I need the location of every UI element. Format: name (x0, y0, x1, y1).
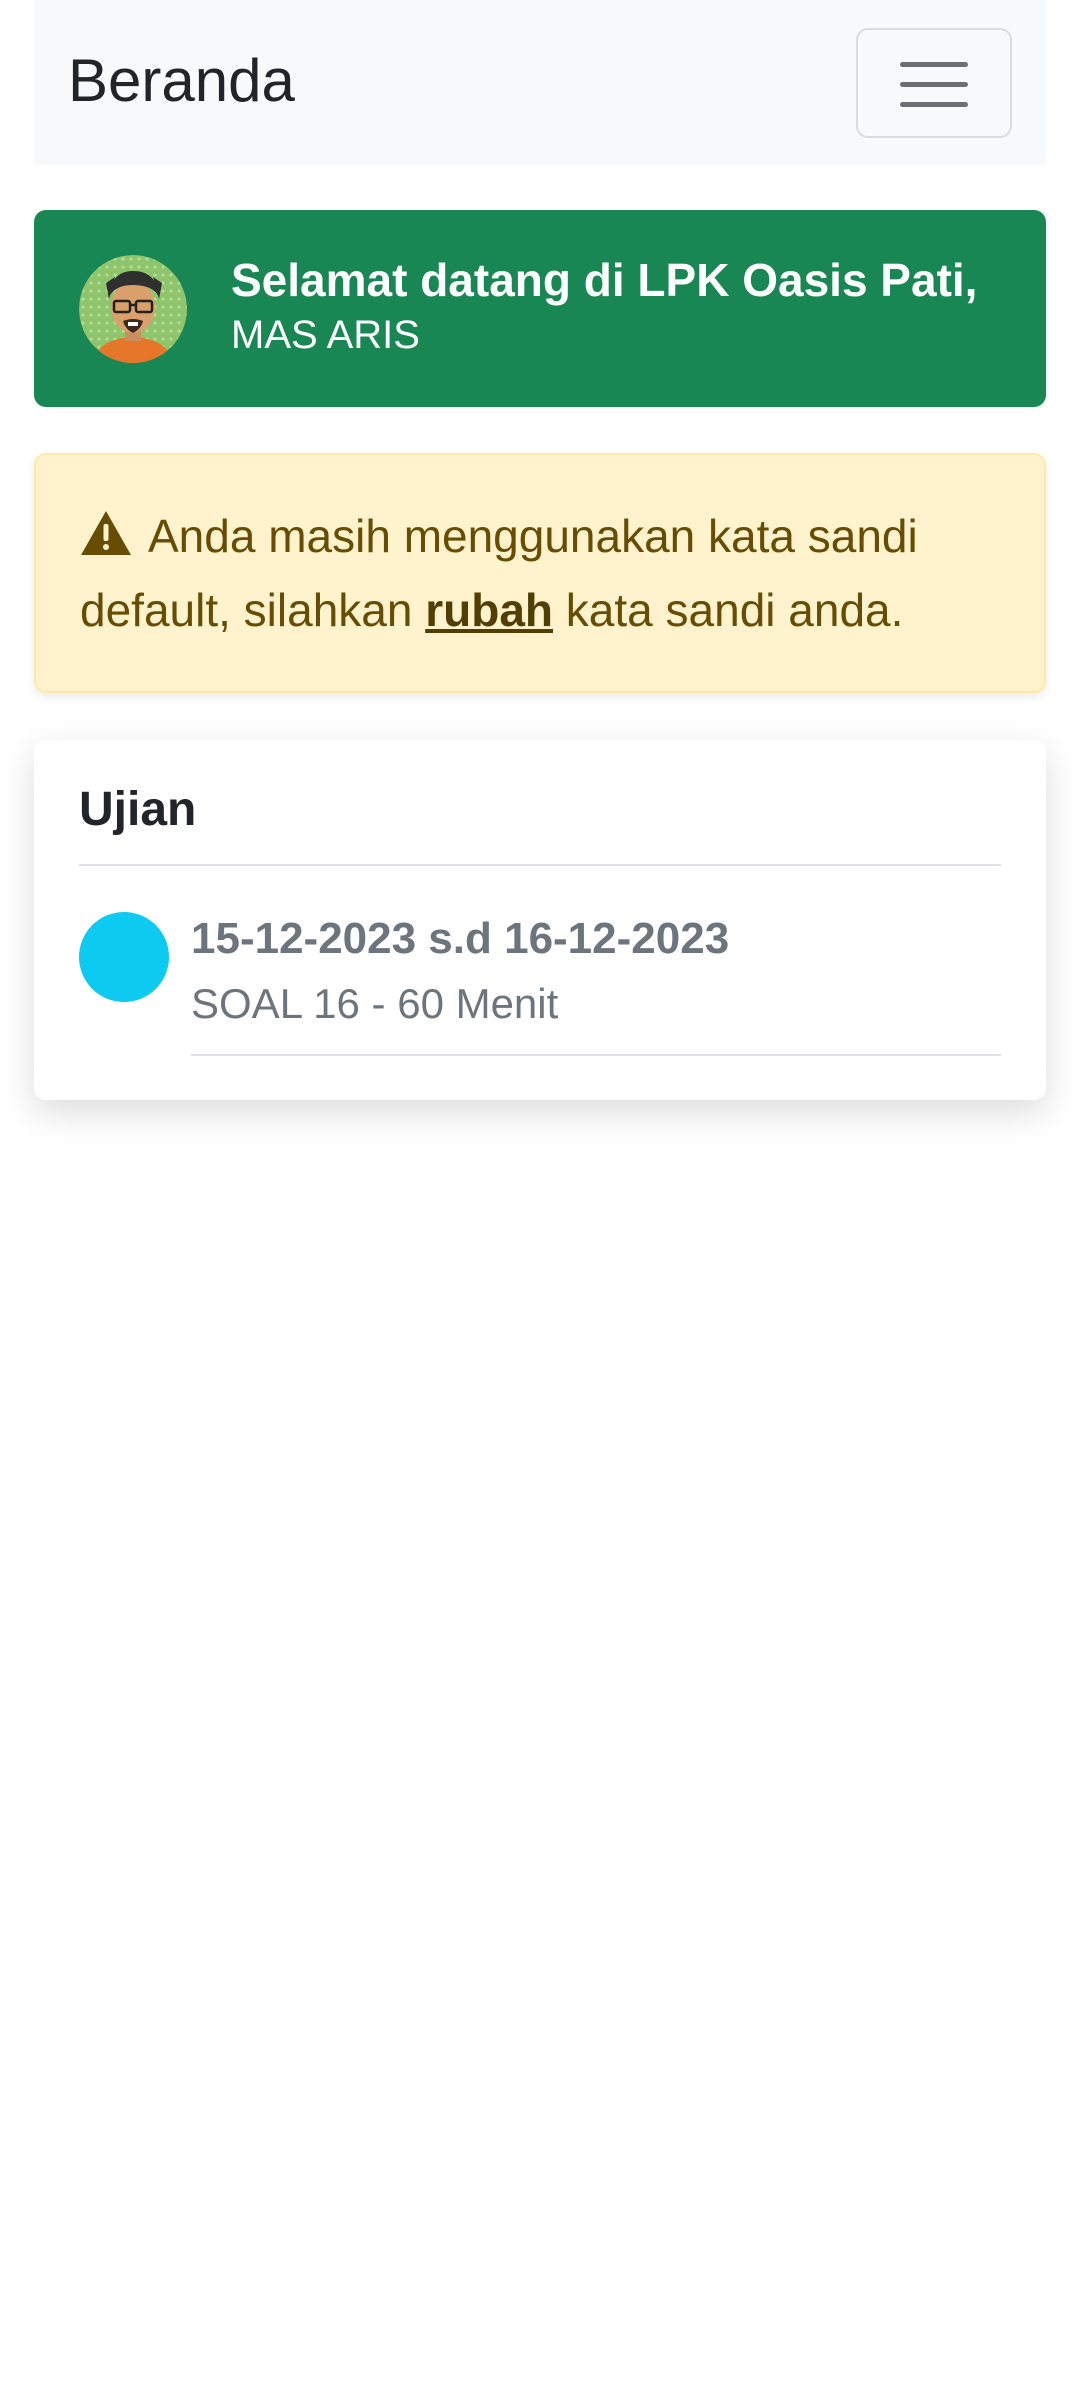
warning-triangle-icon (81, 511, 131, 555)
top-navbar: Beranda (34, 0, 1046, 165)
welcome-banner: Selamat datang di LPK Oasis Pati, MAS AR… (34, 210, 1046, 407)
navbar-toggler-button[interactable] (856, 28, 1012, 138)
navbar-brand[interactable]: Beranda (68, 45, 295, 117)
exam-status-dot (79, 912, 169, 1002)
exam-card-title: Ujian (79, 783, 197, 836)
exam-card: Ujian 15-12-2023 s.d 16-12-2023 SOAL 16 … (34, 740, 1046, 1100)
exam-item-divider (191, 1054, 1001, 1056)
card-divider (79, 864, 1001, 866)
password-warning-alert: Anda masih menggunakan kata sandi defaul… (34, 453, 1046, 693)
alert-message: Anda masih menggunakan kata sandi defaul… (80, 499, 1010, 647)
user-avatar (79, 255, 187, 363)
alert-text-after: kata sandi anda. (565, 584, 904, 636)
exam-description: SOAL 16 - 60 Menit (191, 980, 559, 1027)
welcome-title: Selamat datang di LPK Oasis Pati, (231, 254, 978, 306)
change-password-link[interactable]: rubah (425, 584, 553, 636)
exam-date-range: 15-12-2023 s.d 16-12-2023 (191, 914, 730, 963)
user-name: MAS ARIS (231, 313, 420, 357)
